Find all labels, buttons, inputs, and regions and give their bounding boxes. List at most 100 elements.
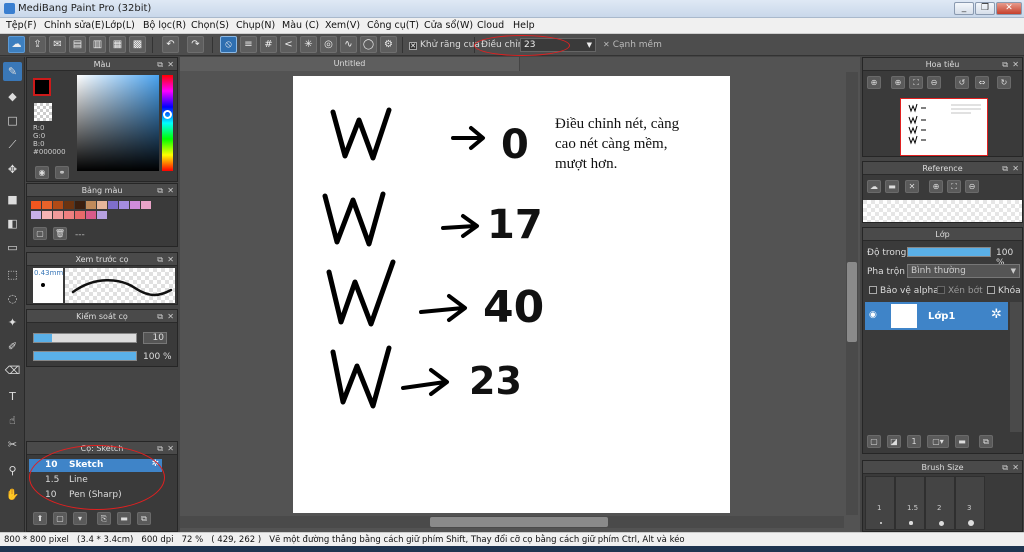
menu-edit[interactable]: Chỉnh sửa(E)	[44, 20, 105, 31]
foreground-color[interactable]	[33, 78, 51, 96]
brush-size-cell[interactable]: 2	[925, 476, 955, 530]
share-icon[interactable]: ⇪	[29, 36, 46, 53]
brush-duplicate-icon[interactable]: ⧉	[137, 512, 151, 525]
brush-size-value[interactable]: 10	[143, 332, 167, 344]
new-layer-1bit-icon[interactable]: 1	[907, 435, 921, 448]
zoom-in-alt-icon[interactable]: ⊕	[891, 76, 905, 89]
rotate-left-icon[interactable]: ↺	[955, 76, 969, 89]
hue-slider[interactable]	[162, 75, 173, 171]
ellipse-snap-icon[interactable]: ◯	[360, 36, 377, 53]
palette-swatch[interactable]	[42, 201, 52, 209]
clip-option[interactable]: Xén bớt	[937, 286, 983, 296]
reference-open-icon[interactable]: ☁	[867, 180, 881, 193]
delete-palette-icon[interactable]: 🗑	[53, 227, 67, 240]
rotate-right-icon[interactable]: ↻	[997, 76, 1011, 89]
palette-swatch[interactable]	[141, 201, 151, 209]
panel-close-icon[interactable]: ✕	[167, 59, 174, 70]
palette-swatch[interactable]	[86, 211, 96, 219]
palette-swatch[interactable]	[53, 211, 63, 219]
panel-close-icon[interactable]: ✕	[167, 311, 174, 322]
panel-close-icon[interactable]: ✕	[1012, 163, 1019, 174]
radial-snap-icon[interactable]: ✳	[300, 36, 317, 53]
select-rect-icon[interactable]: ⬚	[3, 265, 22, 284]
lock-option[interactable]: Khóa	[987, 286, 1021, 296]
layer-row-1[interactable]: ◉ Lớp1 ✲	[865, 302, 1008, 330]
protect-alpha-checkbox[interactable]	[869, 286, 877, 294]
menu-color[interactable]: Màu (C)	[282, 20, 319, 31]
grid-icon[interactable]: ▩	[129, 36, 146, 53]
reference-close-icon[interactable]: ✕	[905, 180, 919, 193]
vanish-snap-icon[interactable]: <	[280, 36, 297, 53]
document-tab[interactable]: Untitled	[180, 57, 520, 71]
parallel-snap-icon[interactable]: ≡	[240, 36, 257, 53]
brush-size-slider[interactable]	[33, 333, 137, 343]
reference-zoom-out-icon[interactable]: ⊖	[965, 180, 979, 193]
antialias-option[interactable]: ✕ Khử răng cưa	[409, 40, 480, 50]
link-icon[interactable]: ⚭	[55, 166, 69, 179]
palette-swatch[interactable]	[86, 201, 96, 209]
new-layer-half-icon[interactable]: ◪	[887, 435, 901, 448]
panel-popout-icon[interactable]: ⧉	[157, 311, 163, 322]
menu-capture[interactable]: Chụp(N)	[236, 20, 275, 31]
palette-swatch[interactable]	[108, 201, 118, 209]
navigator-thumbnail[interactable]	[900, 98, 988, 156]
brush-opacity-slider[interactable]	[33, 351, 137, 361]
palette-swatch[interactable]	[75, 201, 85, 209]
palette-swatch[interactable]	[31, 201, 41, 209]
palette-swatch[interactable]	[119, 201, 129, 209]
drawing-canvas[interactable]: 0 17 40 23 Điều chỉnh nét, càng cao nét …	[293, 76, 730, 513]
layer-folder-icon[interactable]: ▬	[955, 435, 969, 448]
panel-popout-icon[interactable]: ⧉	[157, 59, 163, 70]
panel-popout-icon[interactable]: ⧉	[157, 185, 163, 196]
minimize-button[interactable]: _	[954, 2, 974, 15]
flip-icon[interactable]: ⇔	[975, 76, 989, 89]
menu-window[interactable]: Cửa sổ(W)	[424, 20, 473, 31]
brush-tool-icon[interactable]: ✎	[3, 62, 22, 81]
panel-close-icon[interactable]: ✕	[1012, 462, 1019, 473]
reference-view[interactable]	[863, 200, 1022, 222]
select-eraser-icon[interactable]: ⌫	[3, 361, 22, 380]
select-pen-icon-2[interactable]: ✐	[3, 337, 22, 356]
undo-icon[interactable]: ↶	[162, 36, 179, 53]
palette-swatch[interactable]	[64, 211, 74, 219]
panel-popout-icon[interactable]: ⧉	[1002, 59, 1008, 70]
palette-swatch[interactable]	[31, 211, 41, 219]
snap-settings-icon[interactable]: ⚙	[380, 36, 397, 53]
new-palette-icon[interactable]: ▢	[33, 227, 47, 240]
divide-tool-icon[interactable]: ✂	[3, 435, 22, 454]
brush-copy-icon[interactable]: ⎘	[97, 512, 111, 525]
vertical-scrollbar[interactable]	[846, 72, 858, 515]
menu-help[interactable]: Help	[513, 20, 535, 31]
text-tool-icon[interactable]: T	[3, 387, 22, 406]
hand-tool-icon[interactable]: ✋	[3, 485, 22, 504]
layer-scrollbar[interactable]	[1010, 302, 1022, 432]
reference-folder-icon[interactable]: ▬	[885, 180, 899, 193]
menu-tools[interactable]: Công cụ(T)	[367, 20, 419, 31]
vertical-scroll-thumb[interactable]	[847, 262, 857, 342]
reference-fit-icon[interactable]: ⛶	[947, 180, 961, 193]
brush-folder-icon[interactable]: ▬	[117, 512, 131, 525]
brush-size-cell[interactable]: 3	[955, 476, 985, 530]
comment-icon[interactable]: ✉	[49, 36, 66, 53]
curve-snap-icon[interactable]: ∿	[340, 36, 357, 53]
palette-swatch[interactable]	[75, 211, 85, 219]
palette-swatch[interactable]	[97, 211, 107, 219]
panel-close-icon[interactable]: ✕	[167, 185, 174, 196]
menu-layer[interactable]: Lớp(L)	[105, 20, 135, 31]
palette-swatch[interactable]	[53, 201, 63, 209]
brush-size-cell[interactable]: 1.5	[895, 476, 925, 530]
palette-swatch[interactable]	[130, 201, 140, 209]
reference-zoom-in-icon[interactable]: ⊕	[929, 180, 943, 193]
document-icon[interactable]: ▤	[69, 36, 86, 53]
layer-opacity-slider[interactable]	[907, 247, 991, 257]
blend-mode-select[interactable]: Bình thường ▼	[907, 264, 1020, 278]
clip-checkbox[interactable]	[937, 286, 945, 294]
menu-view[interactable]: Xem(V)	[325, 20, 360, 31]
lock-checkbox[interactable]	[987, 286, 995, 294]
panel-close-icon[interactable]: ✕	[167, 254, 174, 265]
saturation-value-picker[interactable]	[77, 75, 159, 171]
redo-icon[interactable]: ↷	[187, 36, 204, 53]
soft-edge-option[interactable]: ✕ Cạnh mềm	[603, 40, 662, 50]
panel-popout-icon[interactable]: ⧉	[157, 254, 163, 265]
brush-menu-icon[interactable]: ▾	[73, 512, 87, 525]
